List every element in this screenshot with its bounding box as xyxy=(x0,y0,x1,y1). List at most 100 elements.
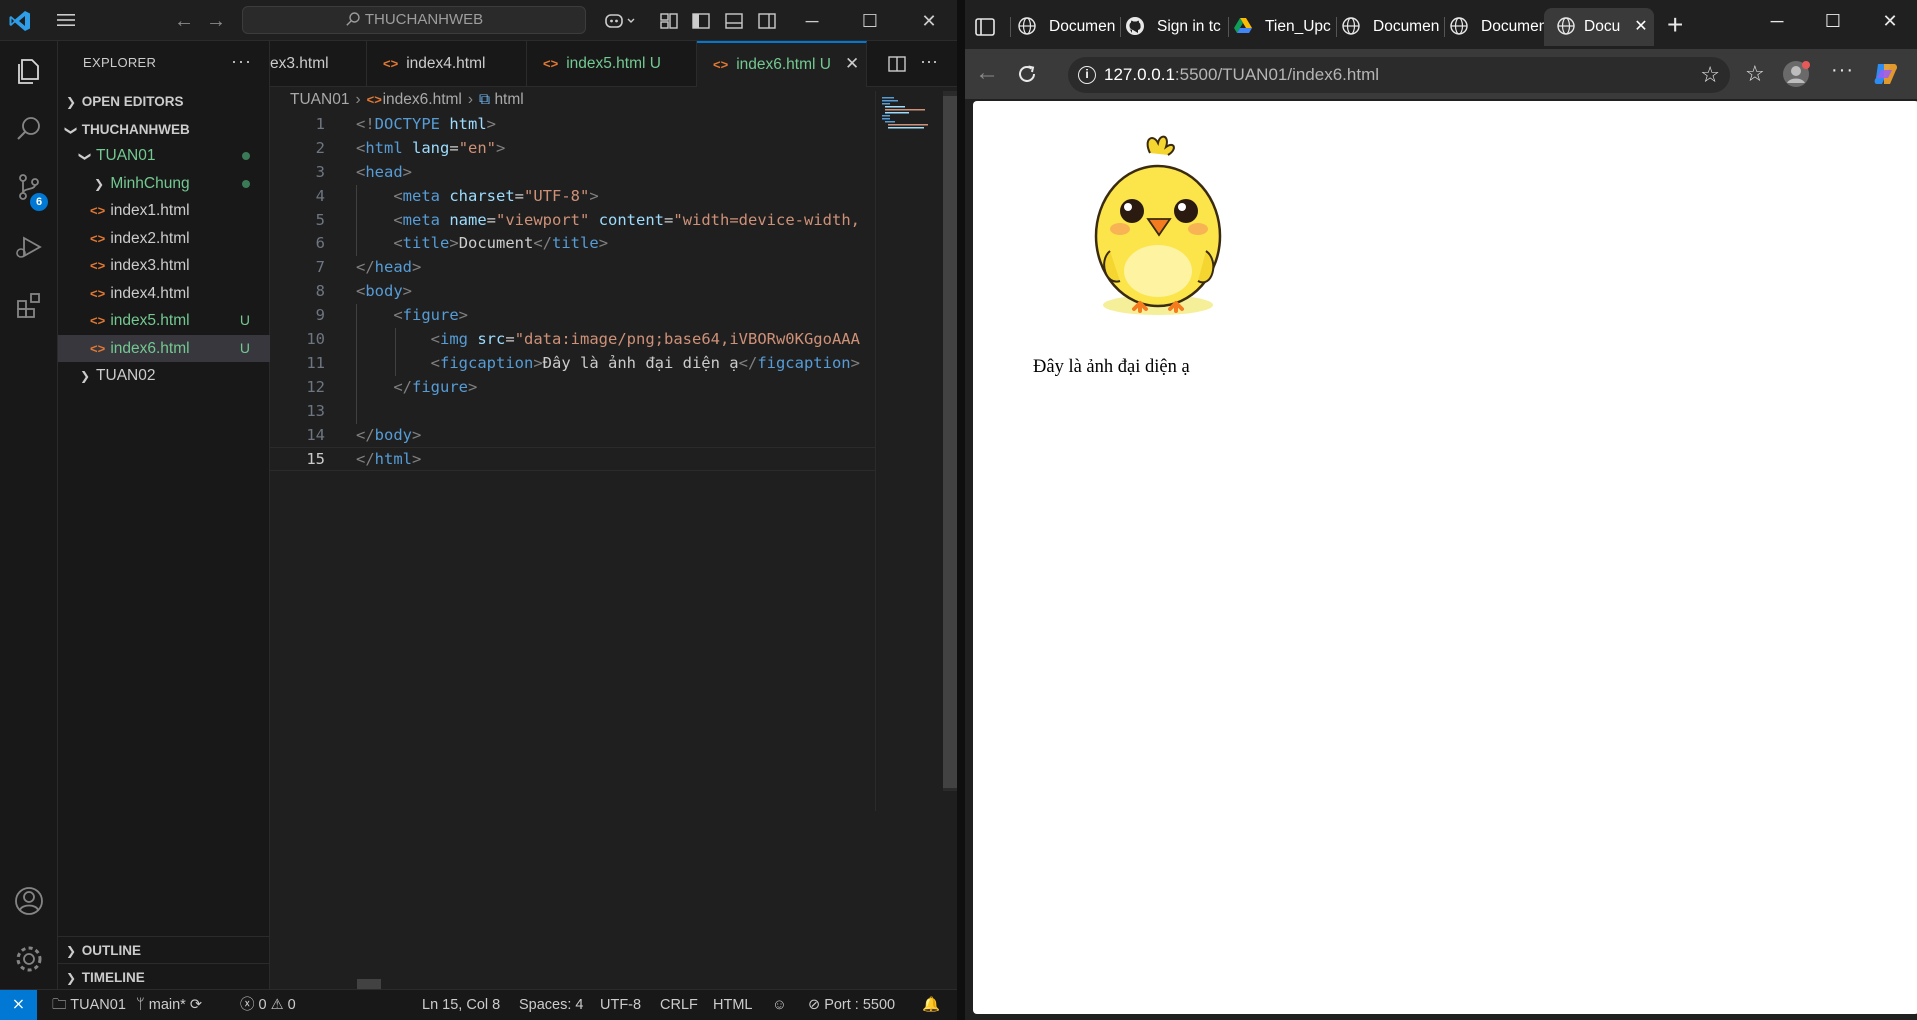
minimize-icon[interactable]: ─ xyxy=(1762,8,1792,34)
editor-tabbar: ex3.html <> index4.html <> index5.html U <… xyxy=(270,41,957,87)
html-file-icon: <> xyxy=(90,341,106,356)
notifications-bell-icon[interactable]: 🔔 xyxy=(922,990,940,1020)
run-debug-icon[interactable] xyxy=(13,231,45,263)
breadcrumb-symbol[interactable]: html xyxy=(494,91,523,108)
copilot-icon[interactable] xyxy=(603,10,637,32)
toggle-secondary-sidebar-icon[interactable] xyxy=(756,10,778,32)
breadcrumb-folder[interactable]: TUAN01 xyxy=(290,91,349,108)
new-tab-icon[interactable]: + xyxy=(1667,10,1683,40)
back-arrow-icon[interactable]: ← xyxy=(173,10,195,32)
tab-actions-icon[interactable] xyxy=(973,15,997,39)
forward-arrow-icon[interactable]: → xyxy=(205,10,227,32)
close-icon[interactable]: ✕ xyxy=(914,8,944,34)
browser-tab[interactable]: Documen xyxy=(1341,12,1441,42)
status-position[interactable]: Ln 15, Col 8 xyxy=(422,990,500,1020)
minimize-icon[interactable]: ─ xyxy=(797,8,827,34)
file-item[interactable]: <> index1.html xyxy=(58,197,270,224)
globe-icon xyxy=(1557,17,1575,35)
tab-label: index6.html xyxy=(736,56,816,73)
status-problems[interactable]: ⓧ 0 ⚠ 0 xyxy=(240,990,296,1020)
status-language[interactable]: HTML xyxy=(713,990,752,1020)
browser-tab[interactable]: Documen xyxy=(1017,12,1117,42)
html-file-icon: <> xyxy=(383,56,399,71)
menu-icon[interactable] xyxy=(55,11,77,29)
file-item[interactable]: <> index3.html xyxy=(58,252,270,279)
status-bar: ⨯ 🗀 TUAN01 ᛘ main* ⟳ ⓧ 0 ⚠ 0 Ln 15, Col … xyxy=(0,989,957,1020)
outline-label: OUTLINE xyxy=(81,943,142,958)
folder-tuan02[interactable]: ❯ TUAN02 xyxy=(58,362,270,389)
address-bar[interactable]: i 127.0.0.1:5500/TUAN01/index6.html ☆ xyxy=(1068,57,1730,93)
folder-label: MinhChung xyxy=(110,175,190,192)
browser-tab[interactable]: Tien_Upc xyxy=(1233,12,1333,42)
file-item-active[interactable]: <> index6.html U xyxy=(58,335,270,362)
status-folder[interactable]: 🗀 TUAN01 xyxy=(52,990,126,1020)
file-item[interactable]: <> index2.html xyxy=(58,225,270,252)
toggle-panel-icon[interactable] xyxy=(723,10,745,32)
close-tab-icon[interactable]: ✕ xyxy=(1634,18,1647,35)
favorite-star-icon[interactable]: ☆ xyxy=(1700,57,1720,93)
maximize-icon[interactable]: ☐ xyxy=(1818,8,1848,34)
browser-tab[interactable]: Sign in tc xyxy=(1125,12,1225,42)
chevron-right-icon: ❯ xyxy=(93,177,105,191)
browser-tab[interactable]: Documen xyxy=(1449,12,1549,42)
git-untracked-badge: U xyxy=(239,312,250,328)
breadcrumb-file[interactable]: index6.html xyxy=(383,91,462,108)
explorer-icon[interactable] xyxy=(13,55,45,87)
file-item[interactable]: <> index5.html U xyxy=(58,307,270,334)
copilot-status-icon[interactable]: ☺ xyxy=(772,990,787,1020)
refresh-icon[interactable] xyxy=(1014,61,1040,87)
editor-more-icon[interactable]: ··· xyxy=(920,51,938,72)
profile-avatar[interactable] xyxy=(1782,60,1810,88)
settings-more-icon[interactable]: ··· xyxy=(1831,59,1854,82)
folder-tuan01[interactable]: ❯ TUAN01 xyxy=(58,142,270,169)
source-control-badge: 6 xyxy=(30,193,48,211)
chevron-right-icon: ❯ xyxy=(65,95,77,109)
close-tab-icon[interactable]: ✕ xyxy=(845,54,859,73)
close-icon[interactable]: ✕ xyxy=(1875,8,1905,34)
search-icon[interactable] xyxy=(13,113,45,145)
explorer-more-icon[interactable]: ··· xyxy=(231,51,252,72)
command-center-search[interactable]: THUCHANHWEB xyxy=(242,6,586,34)
settings-gear-icon[interactable] xyxy=(13,943,45,975)
status-indentation[interactable]: Spaces: 4 xyxy=(519,990,584,1020)
favorites-icon[interactable]: ☆ xyxy=(1745,61,1765,87)
accounts-icon[interactable] xyxy=(13,885,45,917)
code-line: 1 <!DOCTYPE html> xyxy=(270,113,875,137)
tab-index6[interactable]: <> index6.html U ✕ xyxy=(697,41,867,87)
status-branch[interactable]: ᛘ main* ⟳ xyxy=(136,990,202,1020)
split-editor-icon[interactable] xyxy=(887,54,907,74)
git-branch-icon: ᛘ xyxy=(136,997,145,1013)
site-info-icon[interactable]: i xyxy=(1078,66,1096,84)
maximize-icon[interactable]: ☐ xyxy=(855,8,885,34)
tab-index4[interactable]: <> index4.html xyxy=(367,41,527,87)
line-number: 6 xyxy=(315,234,325,253)
customize-layout-icon[interactable] xyxy=(658,10,680,32)
minimap[interactable] xyxy=(875,91,929,811)
file-label: index2.html xyxy=(110,230,190,247)
tab-index3[interactable]: ex3.html xyxy=(270,41,367,87)
workspace-label: THUCHANHWEB xyxy=(81,122,190,137)
scrollbar-thumb[interactable] xyxy=(943,96,957,788)
extensions-icon[interactable] xyxy=(13,289,45,321)
tab-index5[interactable]: <> index5.html U xyxy=(527,41,697,87)
globe-icon xyxy=(1450,17,1468,35)
back-arrow-icon[interactable]: ← xyxy=(975,60,999,86)
chevron-down-icon: ❯ xyxy=(78,151,93,162)
timeline-section[interactable]: ❯ TIMELINE xyxy=(58,963,270,990)
status-encoding[interactable]: UTF-8 xyxy=(600,990,641,1020)
remote-indicator-icon[interactable]: ⨯ xyxy=(0,990,37,1020)
status-live-server[interactable]: ⊘ Port : 5500 xyxy=(808,990,895,1020)
browser-tab-active[interactable]: Docu ✕ xyxy=(1544,8,1654,46)
folder-minhchung[interactable]: ❯ MinhChung xyxy=(58,170,270,197)
toggle-primary-sidebar-icon[interactable] xyxy=(690,10,712,32)
outline-section[interactable]: ❯ OUTLINE xyxy=(58,936,270,963)
copilot-icon[interactable] xyxy=(1872,60,1900,88)
code-editor[interactable]: 1 <!DOCTYPE html> 2 <html lang="en"> 3 <hea… xyxy=(270,113,875,472)
file-item[interactable]: <> index4.html xyxy=(58,280,270,307)
workspace-section[interactable]: ❯ THUCHANHWEB xyxy=(58,116,270,143)
git-modified-dot xyxy=(242,180,250,188)
code-line: 12 </figure> xyxy=(270,375,875,400)
status-eol[interactable]: CRLF xyxy=(660,990,698,1020)
open-editors-section[interactable]: ❯ OPEN EDITORS xyxy=(58,88,270,115)
globe-icon xyxy=(1342,17,1360,35)
